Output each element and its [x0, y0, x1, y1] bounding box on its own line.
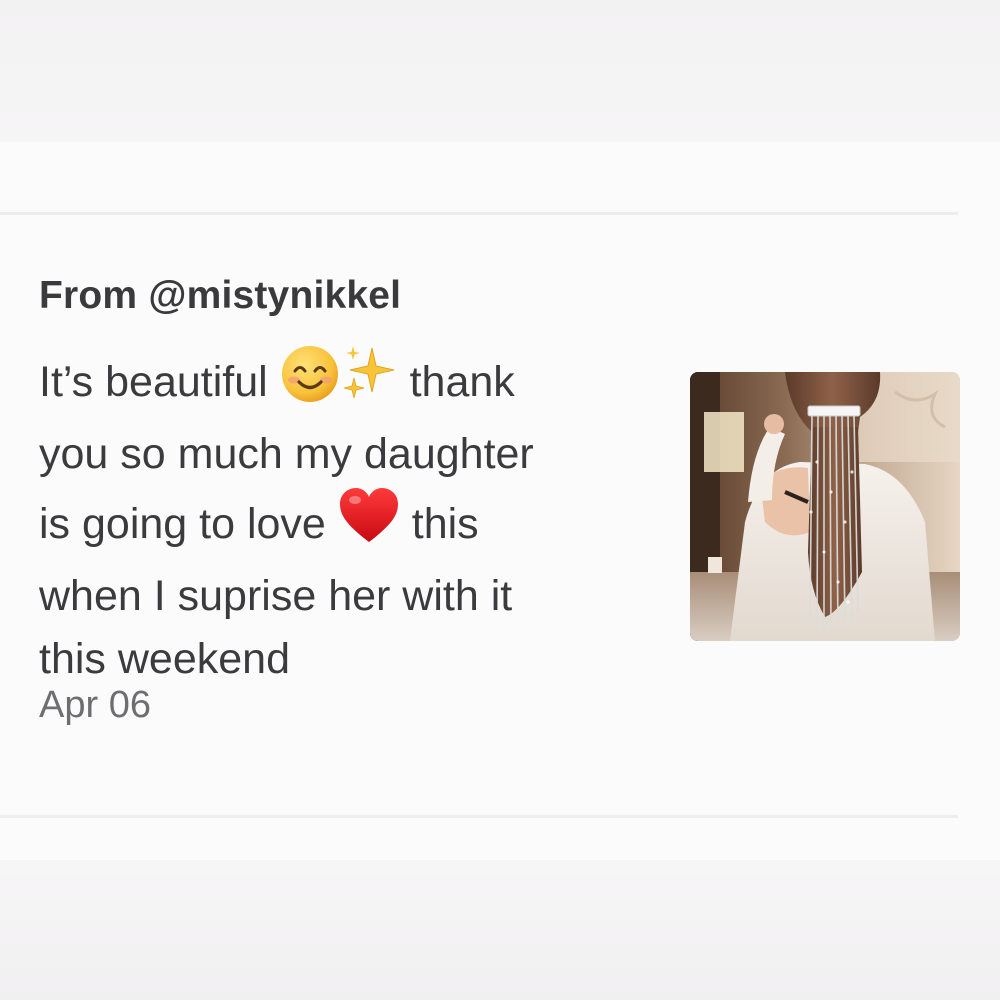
message-text-3b: this: [411, 500, 479, 548]
smiling-face-icon: [280, 344, 340, 423]
message-line-5: this weekend: [39, 635, 290, 683]
message-text-3a: is going to love: [39, 500, 326, 548]
message-text-1a: It’s beautiful: [39, 358, 268, 406]
message-text-1b: thank: [409, 358, 515, 406]
review-sender[interactable]: From @mistynikkel: [39, 274, 401, 318]
message-line-4: when I suprise her with it: [39, 571, 513, 620]
message-line-1: It’s beautiful thank: [39, 344, 639, 423]
message-line-3: is going to love this: [39, 486, 639, 565]
red-heart-icon: [338, 486, 400, 565]
product-photo[interactable]: [690, 372, 960, 641]
review-message: It’s beautiful thank you so much my daug…: [39, 344, 639, 692]
bottom-background: [0, 860, 1000, 1000]
sparkles-icon: [340, 344, 398, 423]
top-background: [0, 0, 1000, 142]
review-date: Apr 06: [39, 684, 151, 726]
message-line-2: you so much my daughter: [39, 429, 534, 478]
top-divider: [0, 212, 958, 215]
review-card: From @mistynikkel It’s beautiful thank y…: [0, 142, 1000, 860]
bottom-divider: [0, 815, 958, 818]
